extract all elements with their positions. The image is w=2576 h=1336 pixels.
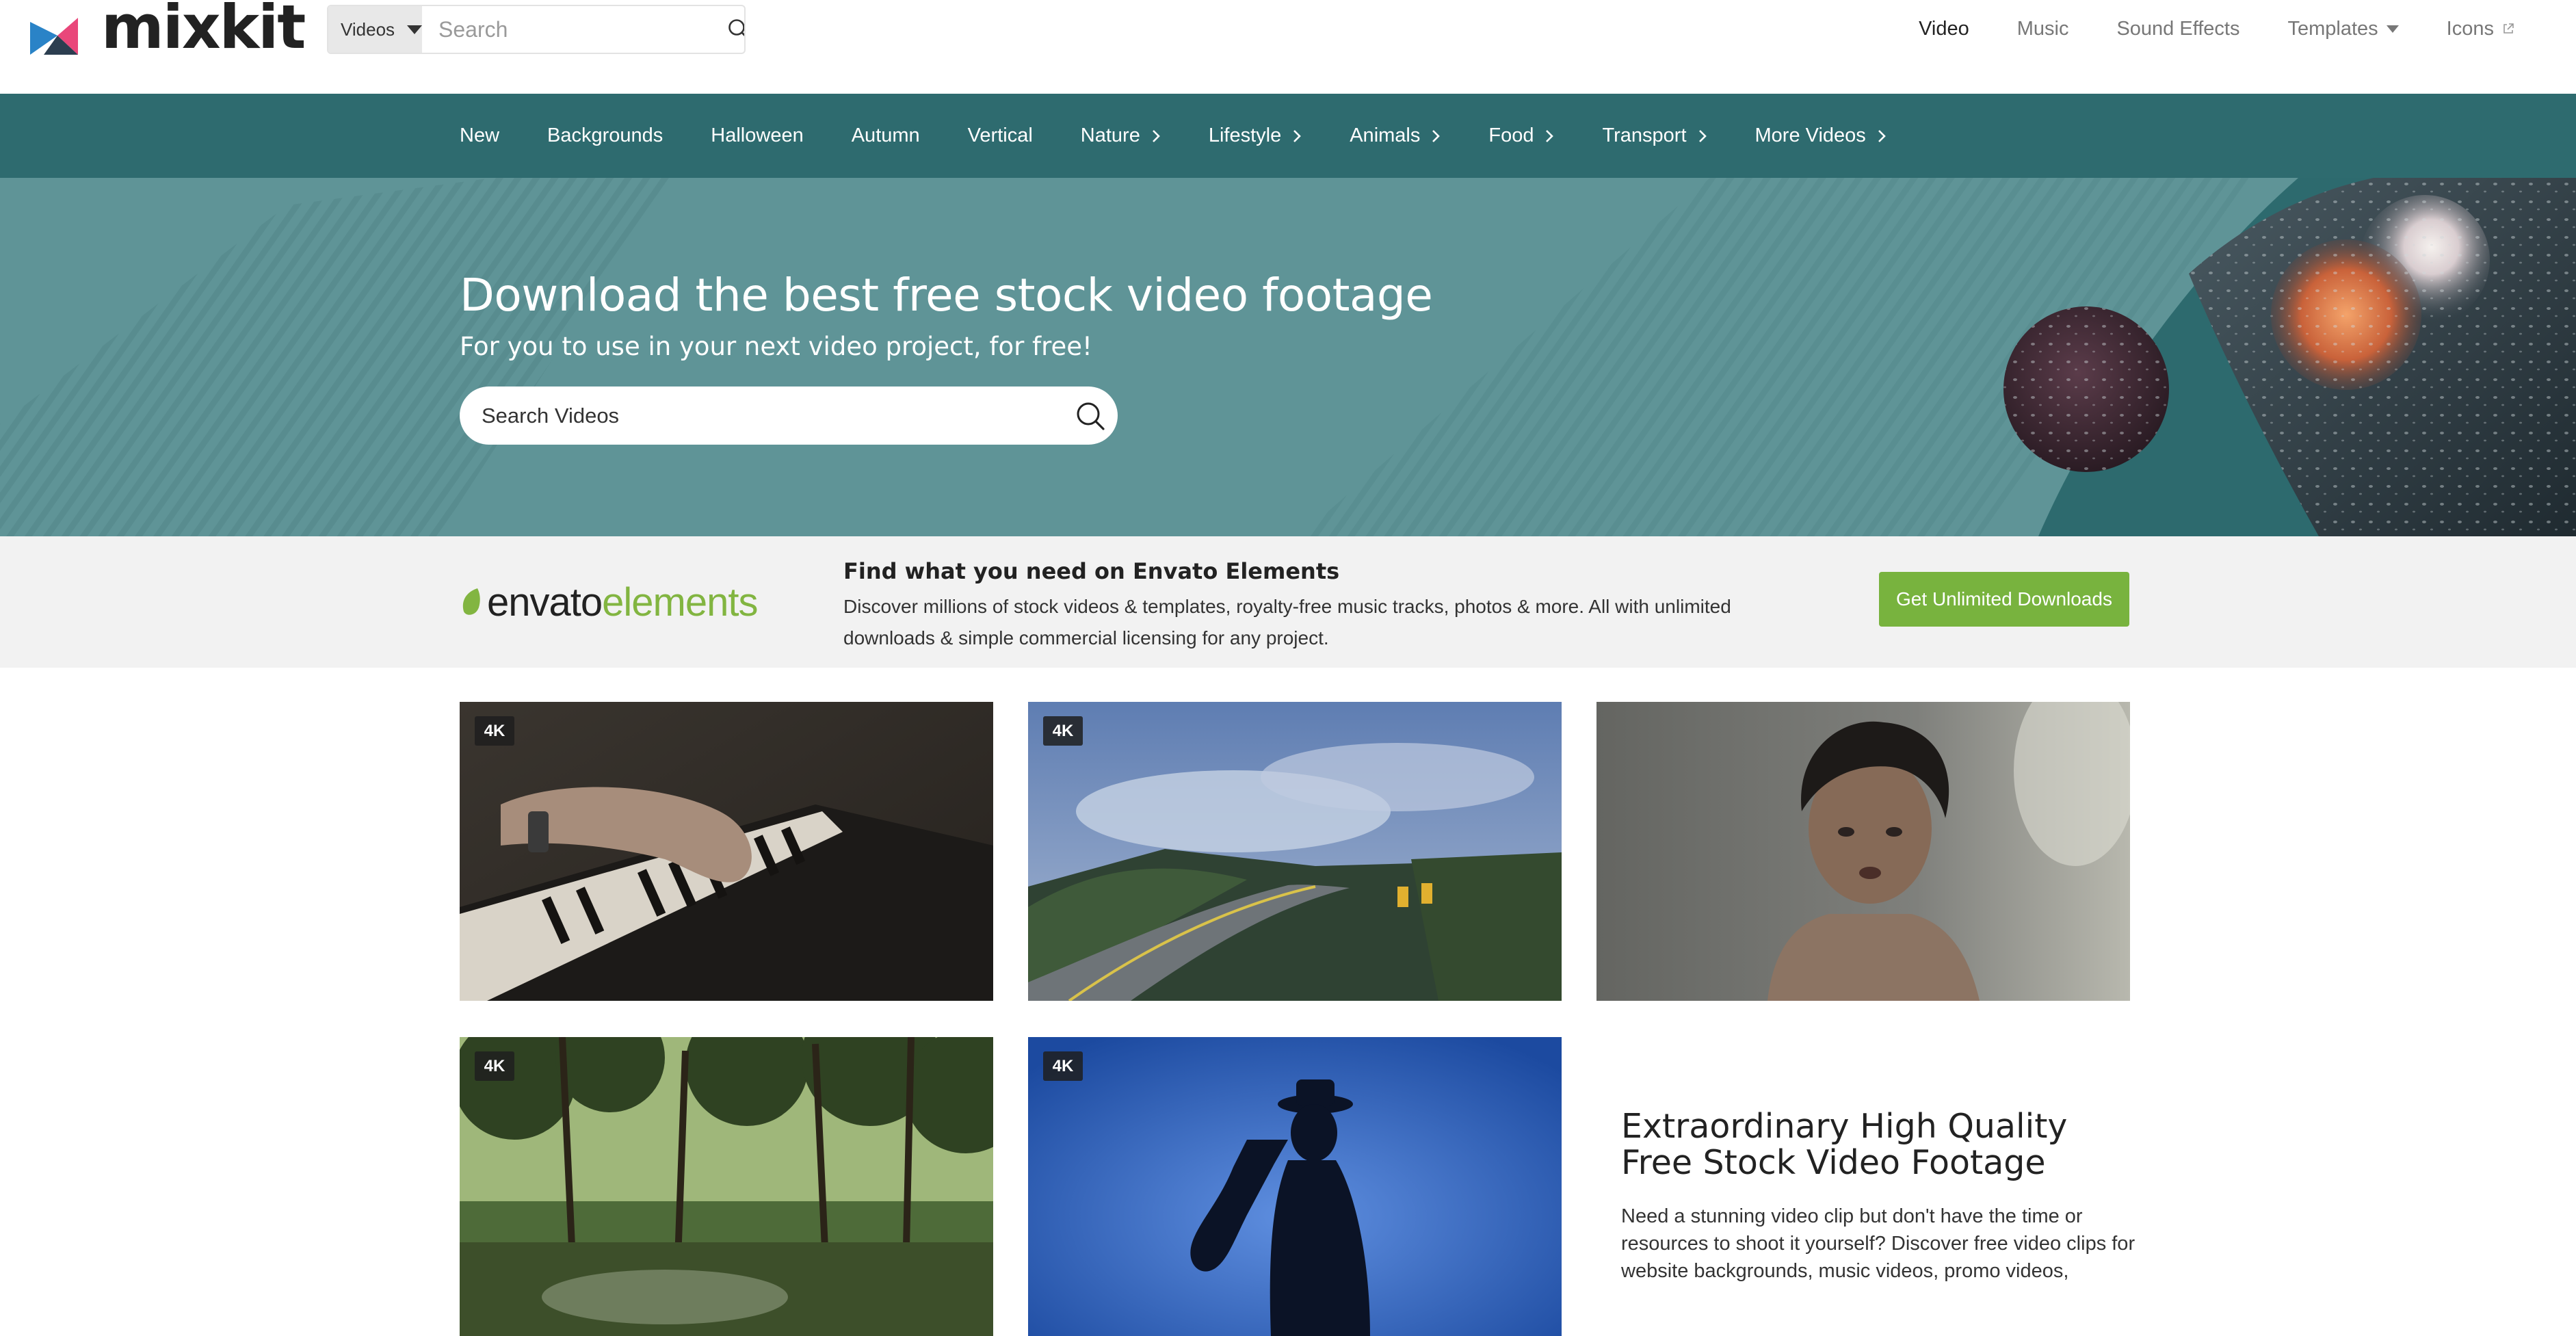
header-search: Videos <box>327 5 746 54</box>
hero-title: Download the best free stock video foota… <box>460 269 1433 322</box>
category-food[interactable]: Food <box>1488 125 1554 147</box>
chevron-right-icon <box>1432 129 1441 142</box>
hero-banner: Download the best free stock video foota… <box>0 178 2576 536</box>
video-thumbnail <box>1028 1037 1562 1336</box>
search-icon <box>728 19 744 36</box>
video-card-piano[interactable]: 4K <box>460 702 993 1001</box>
nav-music[interactable]: Music <box>2017 18 2069 40</box>
caret-down-icon <box>2386 25 2399 33</box>
envato-logo-word2: elements <box>602 579 758 625</box>
category-vertical[interactable]: Vertical <box>968 125 1033 147</box>
logo-text: mixkit <box>101 0 306 62</box>
caret-down-icon <box>407 25 423 34</box>
info-title: Extraordinary High Quality Free Stock Vi… <box>1621 1107 2068 1182</box>
video-card-woman[interactable] <box>1596 702 2130 1001</box>
chevron-right-icon <box>1878 129 1886 142</box>
chevron-right-icon <box>1546 129 1554 142</box>
category-new[interactable]: New <box>460 125 499 147</box>
search-type-label: Videos <box>341 18 395 40</box>
envato-leaf-icon <box>462 588 480 615</box>
chevron-right-icon <box>1698 129 1707 142</box>
info-block: Extraordinary High Quality Free Stock Vi… <box>1621 1108 2141 1285</box>
search-icon <box>1077 402 1105 430</box>
video-thumbnail <box>1028 702 1562 1001</box>
4k-badge: 4K <box>1043 716 1083 746</box>
nav-templates[interactable]: Templates <box>2288 18 2399 40</box>
category-autumn[interactable]: Autumn <box>852 125 920 147</box>
hero-search-input[interactable] <box>460 402 1063 429</box>
nav-video[interactable]: Video <box>1919 18 1969 40</box>
hero-search <box>460 387 1118 445</box>
category-nature[interactable]: Nature <box>1081 125 1161 147</box>
envato-elements-logo[interactable]: envato elements <box>460 575 759 629</box>
video-card-saxophone[interactable]: 4K <box>1028 1037 1562 1336</box>
search-type-dropdown[interactable]: Videos <box>328 6 423 53</box>
category-animals[interactable]: Animals <box>1350 125 1441 147</box>
chevron-right-icon <box>1293 129 1302 142</box>
category-more-videos[interactable]: More Videos <box>1755 125 1887 147</box>
category-lifestyle[interactable]: Lifestyle <box>1209 125 1302 147</box>
hero-subtitle: For you to use in your next video projec… <box>460 332 1092 361</box>
hero-rain-artwork <box>2003 178 2576 536</box>
external-link-icon <box>2503 23 2514 34</box>
category-transport[interactable]: Transport <box>1602 125 1707 147</box>
category-bar: New Backgrounds Halloween Autumn Vertical Nat… <box>0 94 2576 178</box>
envato-logo-word1: envato <box>487 579 603 625</box>
top-header: mixkit Videos Video Music Sound Effects … <box>0 0 2576 94</box>
logo-mark-icon <box>30 18 78 55</box>
video-thumbnail <box>460 1037 993 1336</box>
chevron-right-icon <box>1152 129 1160 142</box>
video-card-forest[interactable]: 4K <box>460 1037 993 1336</box>
info-text: Need a stunning video clip but don't hav… <box>1621 1205 2135 1282</box>
nav-icons[interactable]: Icons <box>2447 18 2514 40</box>
header-search-button[interactable] <box>727 6 744 53</box>
get-unlimited-downloads-button[interactable]: Get Unlimited Downloads <box>1879 572 2129 627</box>
main-nav: Video Music Sound Effects Templates Icon… <box>1871 0 2514 57</box>
envato-banner: envato elements Find what you need on En… <box>0 536 2576 668</box>
video-thumbnail <box>460 702 993 1001</box>
envato-heading: Find what you need on Envato Elements <box>843 558 1340 584</box>
4k-badge: 4K <box>1043 1051 1083 1081</box>
4k-badge: 4K <box>475 1051 514 1081</box>
envato-description: Discover millions of stock videos & temp… <box>843 596 1731 649</box>
header-search-input[interactable] <box>422 6 728 53</box>
mixkit-logo[interactable]: mixkit <box>30 0 306 62</box>
category-halloween[interactable]: Halloween <box>711 125 803 147</box>
video-thumbnail <box>1596 702 2130 1001</box>
video-card-road[interactable]: 4K <box>1028 702 1562 1001</box>
4k-badge: 4K <box>475 716 514 746</box>
hero-search-button[interactable] <box>1063 400 1118 432</box>
category-backgrounds[interactable]: Backgrounds <box>547 125 663 147</box>
nav-sound-effects[interactable]: Sound Effects <box>2116 18 2239 40</box>
